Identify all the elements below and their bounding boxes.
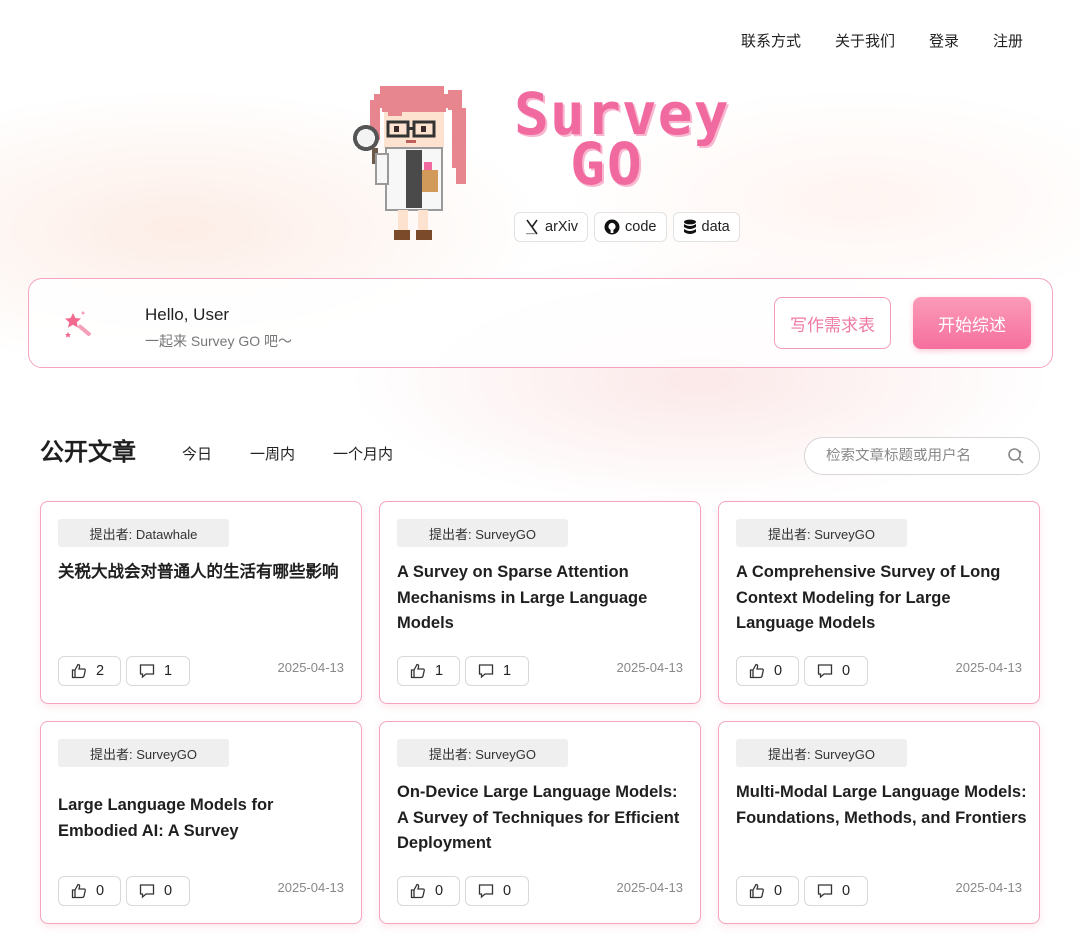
- like-count: 0: [435, 883, 444, 899]
- like-button[interactable]: 0: [736, 656, 799, 686]
- database-icon: [683, 219, 696, 234]
- filter-month[interactable]: 一个月内: [333, 443, 393, 464]
- comment-icon: [478, 884, 494, 899]
- article-card[interactable]: 提出者: SurveyGO On-Device Large Language M…: [379, 721, 701, 924]
- comment-icon: [139, 664, 155, 679]
- article-date: 2025-04-13: [277, 880, 345, 895]
- arxiv-link[interactable]: arXiv: [514, 212, 589, 242]
- comment-button[interactable]: 0: [465, 876, 529, 906]
- like-button[interactable]: 2: [58, 656, 121, 686]
- submitter-badge: 提出者: SurveyGO: [397, 739, 568, 767]
- like-button[interactable]: 1: [397, 656, 460, 686]
- data-label: data: [701, 219, 730, 235]
- article-date: 2025-04-13: [955, 660, 1023, 675]
- article-title[interactable]: A Comprehensive Survey of Long Context M…: [736, 560, 1028, 637]
- comment-button[interactable]: 0: [804, 656, 868, 686]
- nav-register[interactable]: 注册: [993, 30, 1023, 51]
- arxiv-icon: [526, 219, 538, 235]
- like-button[interactable]: 0: [736, 876, 799, 906]
- article-title[interactable]: 关税大战会对普通人的生活有哪些影响: [58, 560, 350, 586]
- section-title: 公开文章: [40, 439, 136, 466]
- comment-icon: [139, 884, 155, 899]
- comment-icon: [478, 664, 494, 679]
- resource-links: arXiv code data: [514, 212, 740, 242]
- hello-title: Hello, User: [145, 305, 230, 324]
- article-title[interactable]: On-Device Large Language Models: A Surve…: [397, 780, 689, 857]
- submitter-badge: 提出者: SurveyGO: [397, 519, 568, 547]
- submitter-badge: 提出者: Datawhale: [58, 519, 229, 547]
- page: 联系方式 关于我们 登录 注册 Survey GO arXiv code dat…: [0, 0, 1080, 940]
- like-button[interactable]: 0: [58, 876, 121, 906]
- like-count: 0: [774, 883, 783, 899]
- data-link[interactable]: data: [672, 212, 740, 242]
- time-filters: 今日 一周内 一个月内: [182, 443, 393, 464]
- comment-count: 0: [164, 883, 173, 899]
- logo-text-go: GO: [570, 130, 644, 198]
- article-card[interactable]: 提出者: Datawhale 关税大战会对普通人的生活有哪些影响 2 1 202…: [40, 501, 362, 704]
- thumbs-up-icon: [410, 883, 425, 899]
- submitter-badge: 提出者: SurveyGO: [736, 739, 907, 767]
- like-count: 0: [774, 663, 783, 679]
- thumbs-up-icon: [71, 883, 86, 899]
- arxiv-label: arXiv: [545, 219, 579, 235]
- comment-count: 0: [503, 883, 512, 899]
- thumbs-up-icon: [749, 663, 764, 679]
- article-title[interactable]: A Survey on Sparse Attention Mechanisms …: [397, 560, 689, 637]
- github-icon: [604, 219, 620, 235]
- welcome-panel: Hello, User 一起来 Survey GO 吧～ 写作需求表 开始综述: [28, 278, 1053, 368]
- submitter-badge: 提出者: SurveyGO: [736, 519, 907, 547]
- hello-subtitle: 一起来 Survey GO 吧～: [145, 333, 293, 349]
- comment-button[interactable]: 1: [126, 656, 190, 686]
- nav-contact[interactable]: 联系方式: [741, 30, 801, 51]
- article-card[interactable]: 提出者: SurveyGO A Survey on Sparse Attenti…: [379, 501, 701, 704]
- article-date: 2025-04-13: [277, 660, 345, 675]
- search-box: [804, 437, 1040, 475]
- like-button[interactable]: 0: [397, 876, 460, 906]
- start-survey-button[interactable]: 开始综述: [913, 297, 1031, 349]
- like-count: 2: [96, 663, 105, 679]
- thumbs-up-icon: [71, 663, 86, 679]
- logo: Survey GO: [510, 80, 730, 198]
- thumbs-up-icon: [749, 883, 764, 899]
- mascot-image: [353, 86, 466, 240]
- thumbs-up-icon: [410, 663, 425, 679]
- article-date: 2025-04-13: [616, 660, 684, 675]
- magic-wand-icon: [65, 311, 91, 338]
- like-count: 0: [96, 883, 105, 899]
- top-nav: 联系方式 关于我们 登录 注册: [741, 30, 1023, 51]
- nav-about[interactable]: 关于我们: [835, 30, 895, 51]
- article-title[interactable]: Multi-Modal Large Language Models: Found…: [736, 780, 1028, 831]
- article-card[interactable]: 提出者: SurveyGO A Comprehensive Survey of …: [718, 501, 1040, 704]
- comment-count: 0: [842, 663, 851, 679]
- search-icon[interactable]: [1007, 447, 1025, 465]
- requirements-form-button[interactable]: 写作需求表: [774, 297, 891, 349]
- search-input[interactable]: [826, 448, 996, 464]
- code-link[interactable]: code: [594, 212, 667, 242]
- comment-icon: [817, 664, 833, 679]
- comment-button[interactable]: 0: [126, 876, 190, 906]
- article-title[interactable]: Large Language Models for Embodied AI: A…: [58, 793, 350, 844]
- comment-count: 0: [842, 883, 851, 899]
- article-date: 2025-04-13: [955, 880, 1023, 895]
- like-count: 1: [435, 663, 444, 679]
- filter-today[interactable]: 今日: [182, 443, 212, 464]
- article-card[interactable]: 提出者: SurveyGO Multi-Modal Large Language…: [718, 721, 1040, 924]
- nav-login[interactable]: 登录: [929, 30, 959, 51]
- article-date: 2025-04-13: [616, 880, 684, 895]
- comment-button[interactable]: 0: [804, 876, 868, 906]
- code-label: code: [625, 219, 657, 235]
- comment-button[interactable]: 1: [465, 656, 529, 686]
- comment-icon: [817, 884, 833, 899]
- comment-count: 1: [164, 663, 173, 679]
- submitter-badge: 提出者: SurveyGO: [58, 739, 229, 767]
- article-card[interactable]: 提出者: SurveyGO Large Language Models for …: [40, 721, 362, 924]
- comment-count: 1: [503, 663, 512, 679]
- filter-week[interactable]: 一周内: [250, 443, 295, 464]
